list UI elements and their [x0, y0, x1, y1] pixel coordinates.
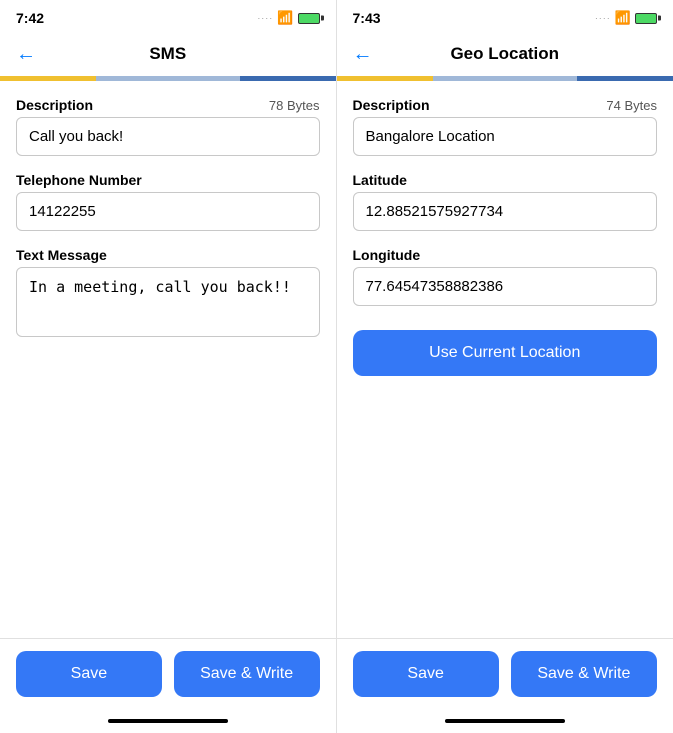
desc-label-left: Description — [16, 97, 93, 113]
tel-header-left: Telephone Number — [16, 172, 320, 188]
msg-header-left: Text Message — [16, 247, 320, 263]
geo-panel: 7:43 ···· 📶 ← Geo Location Description 7… — [337, 0, 673, 733]
wifi-icon-left: 📶 — [277, 10, 293, 26]
sms-save-button[interactable]: Save — [16, 651, 162, 697]
content-left: Description 78 Bytes Telephone Number Te… — [0, 81, 336, 638]
content-right: Description 74 Bytes Latitude Longitude … — [337, 81, 673, 638]
back-button-left[interactable]: ← — [16, 43, 36, 66]
geo-desc-input[interactable] — [353, 117, 658, 156]
bytes-label-right: 74 Bytes — [606, 98, 657, 113]
nav-title-right: Geo Location — [450, 44, 559, 64]
wifi-icon-right: 📶 — [615, 10, 631, 26]
msg-label-left: Text Message — [16, 247, 107, 263]
nav-bar-right: ← Geo Location — [337, 32, 673, 76]
signal-right: ···· — [595, 13, 611, 23]
status-icons-right: ···· 📶 — [595, 10, 657, 26]
lon-header-right: Longitude — [353, 247, 658, 263]
sms-tel-input[interactable] — [16, 192, 320, 231]
desc-header-right: Description 74 Bytes — [353, 97, 658, 113]
battery-icon-right — [635, 13, 657, 24]
bottom-bar-left: Save Save & Write — [0, 638, 336, 709]
geo-save-write-button[interactable]: Save & Write — [511, 651, 657, 697]
sms-desc-input[interactable] — [16, 117, 320, 156]
lon-label-right: Longitude — [353, 247, 421, 263]
battery-icon-left — [298, 13, 320, 24]
back-button-right[interactable]: ← — [353, 43, 373, 66]
desc-header-left: Description 78 Bytes — [16, 97, 320, 113]
sms-msg-input[interactable]: In a meeting, call you back!! — [16, 267, 320, 337]
lat-label-right: Latitude — [353, 172, 407, 188]
status-bar-right: 7:43 ···· 📶 — [337, 0, 673, 32]
sms-save-write-button[interactable]: Save & Write — [174, 651, 320, 697]
status-bar-left: 7:42 ···· 📶 — [0, 0, 336, 32]
desc-label-right: Description — [353, 97, 430, 113]
sms-panel: 7:42 ···· 📶 ← SMS Description 78 Bytes T… — [0, 0, 337, 733]
home-bar-left — [108, 719, 228, 723]
bytes-label-left: 78 Bytes — [269, 98, 320, 113]
use-location-button[interactable]: Use Current Location — [353, 330, 658, 376]
status-icons-left: ···· 📶 — [257, 10, 319, 26]
tel-label-left: Telephone Number — [16, 172, 142, 188]
nav-title-left: SMS — [149, 44, 186, 64]
nav-bar-left: ← SMS — [0, 32, 336, 76]
geo-save-button[interactable]: Save — [353, 651, 499, 697]
geo-lon-input[interactable] — [353, 267, 658, 306]
home-indicator-left — [0, 709, 336, 733]
bottom-bar-right: Save Save & Write — [337, 638, 673, 709]
geo-lat-input[interactable] — [353, 192, 658, 231]
time-left: 7:42 — [16, 10, 44, 26]
home-bar-right — [445, 719, 565, 723]
lat-header-right: Latitude — [353, 172, 658, 188]
signal-left: ···· — [257, 13, 273, 23]
home-indicator-right — [337, 709, 673, 733]
time-right: 7:43 — [353, 10, 381, 26]
